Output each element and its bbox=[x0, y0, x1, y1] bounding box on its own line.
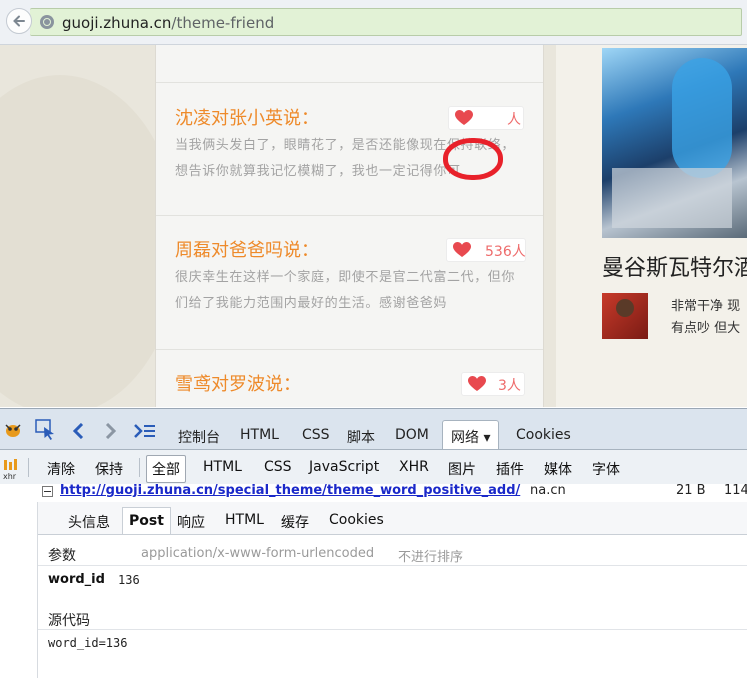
background-decoration bbox=[0, 75, 180, 407]
back-arrow-icon bbox=[13, 15, 25, 27]
like-button[interactable]: 3人 bbox=[461, 372, 525, 396]
filter-javascript[interactable]: JavaScript bbox=[309, 459, 379, 475]
firebug-panel: 控制台 HTML CSS 脚本 DOM 网络 ▾ Cookies xhr 清除 … bbox=[0, 408, 747, 678]
tab-html[interactable]: HTML bbox=[240, 427, 279, 443]
request-detail: 头信息 Post 响应 HTML 缓存 Cookies 参数 applicati… bbox=[37, 502, 747, 678]
divider bbox=[38, 565, 747, 566]
command-line-icon[interactable] bbox=[134, 423, 156, 439]
comment-text: 非常干净 现 bbox=[671, 299, 741, 314]
wish-entry: 周磊对爸爸吗说： 很庆幸生在这样一个家庭，即使不是官二代富二代，但你们给了我能力… bbox=[156, 215, 543, 349]
wish-list: 沈凌对张小英说： 当我俩头发白了，眼睛花了，是否还能像现在保持联络，想告诉你就算… bbox=[155, 45, 544, 407]
detail-tabs: 头信息 Post 响应 HTML 缓存 Cookies bbox=[38, 502, 747, 535]
request-url[interactable]: http://guoji.zhuna.cn/special_theme/them… bbox=[60, 483, 520, 498]
hotel-sidebar: 曼谷斯瓦特尔酒 非常干净 现 有点吵 但大 bbox=[556, 45, 747, 407]
svg-text:xhr: xhr bbox=[3, 472, 17, 480]
url-field[interactable]: guoji.zhuna.cn/theme-friend bbox=[30, 8, 742, 36]
entry-title[interactable]: 雪鸢对罗波说： bbox=[175, 370, 301, 396]
network-filter-toolbar: xhr 清除 保持 全部 HTML CSS JavaScript XHR 图片 … bbox=[0, 450, 747, 485]
sort-toggle[interactable]: 不进行排序 bbox=[398, 546, 463, 565]
request-size: 21 B bbox=[676, 483, 706, 498]
wish-entry: 雪鸢对罗波说： 3人 bbox=[156, 349, 543, 407]
filter-css[interactable]: CSS bbox=[264, 459, 292, 475]
tab-post[interactable]: Post bbox=[122, 507, 171, 534]
entry-title[interactable]: 周磊对爸爸吗说： bbox=[175, 236, 319, 262]
entry-title[interactable]: 沈凌对张小英说： bbox=[175, 104, 319, 130]
source-label: 源代码 bbox=[48, 613, 90, 629]
filter-html[interactable]: HTML bbox=[203, 459, 242, 475]
tab-response[interactable]: 响应 bbox=[177, 512, 205, 532]
tab-cookies[interactable]: Cookies bbox=[516, 427, 571, 443]
source-text: word_id=136 bbox=[48, 636, 128, 650]
red-annotation-circle bbox=[443, 138, 503, 180]
tab-css[interactable]: CSS bbox=[302, 427, 330, 443]
params-label: 参数 bbox=[48, 548, 76, 564]
back-button[interactable] bbox=[6, 8, 32, 34]
firebug-logo-icon[interactable] bbox=[3, 421, 23, 439]
filter-all[interactable]: 全部 bbox=[146, 455, 186, 483]
like-count: 3人 bbox=[498, 378, 521, 394]
request-row[interactable]: http://guoji.zhuna.cn/special_theme/them… bbox=[0, 483, 747, 502]
inspect-icon[interactable] bbox=[35, 419, 57, 441]
tab-detail-cookies[interactable]: Cookies bbox=[329, 512, 384, 528]
like-button[interactable]: 536人 bbox=[446, 238, 526, 262]
like-button[interactable]: 人 bbox=[448, 106, 524, 130]
tab-network[interactable]: 网络 ▾ bbox=[442, 420, 500, 449]
entry-body: 很庆幸生在这样一个家庭，即使不是官二代富二代，但你们给了我能力范围内最好的生活。… bbox=[175, 270, 516, 311]
comment-text: 有点吵 但大 bbox=[671, 321, 741, 336]
globe-icon bbox=[40, 15, 54, 29]
filter-media[interactable]: 媒体 bbox=[544, 459, 572, 479]
hotel-title[interactable]: 曼谷斯瓦特尔酒 bbox=[602, 250, 747, 282]
forward-icon[interactable] bbox=[105, 423, 117, 439]
param-value: 136 bbox=[118, 573, 140, 587]
tab-cache[interactable]: 缓存 bbox=[281, 512, 309, 532]
like-count: 536人 bbox=[485, 244, 526, 260]
filter-xhr[interactable]: XHR bbox=[399, 459, 429, 475]
toolbar-separator bbox=[28, 458, 29, 477]
clear-button[interactable]: 清除 bbox=[47, 459, 75, 479]
firebug-main-toolbar: 控制台 HTML CSS 脚本 DOM 网络 ▾ Cookies bbox=[0, 409, 747, 450]
filter-plugins[interactable]: 插件 bbox=[496, 459, 524, 479]
hotel-photo[interactable] bbox=[602, 48, 747, 238]
heart-icon bbox=[468, 376, 486, 391]
content-type: application/x-www-form-urlencoded bbox=[141, 546, 375, 561]
divider bbox=[38, 629, 747, 630]
collapse-icon[interactable] bbox=[42, 486, 53, 497]
browser-address-bar: guoji.zhuna.cn/theme-friend bbox=[0, 0, 747, 45]
param-name: word_id bbox=[48, 572, 105, 587]
tab-script[interactable]: 脚本 bbox=[347, 427, 375, 447]
web-page: 沈凌对张小英说： 当我俩头发白了，眼睛花了，是否还能像现在保持联络，想告诉你就算… bbox=[0, 45, 747, 407]
tab-console[interactable]: 控制台 bbox=[178, 427, 220, 447]
url-text: guoji.zhuna.cn/theme-friend bbox=[62, 14, 275, 32]
like-count: 人 bbox=[507, 112, 521, 128]
filter-fonts[interactable]: 字体 bbox=[592, 459, 620, 479]
tab-dom[interactable]: DOM bbox=[395, 427, 429, 443]
xhr-icon[interactable]: xhr bbox=[2, 458, 22, 480]
persist-button[interactable]: 保持 bbox=[95, 459, 123, 479]
back-icon[interactable] bbox=[72, 423, 84, 439]
toolbar-separator bbox=[139, 458, 140, 477]
heart-icon bbox=[455, 110, 473, 125]
avatar bbox=[602, 293, 648, 339]
request-time: 114 bbox=[724, 483, 747, 498]
filter-images[interactable]: 图片 bbox=[448, 459, 476, 479]
request-domain: na.cn bbox=[530, 483, 566, 498]
tab-headers[interactable]: 头信息 bbox=[68, 512, 110, 532]
heart-icon bbox=[453, 242, 471, 257]
tab-detail-html[interactable]: HTML bbox=[225, 512, 264, 528]
